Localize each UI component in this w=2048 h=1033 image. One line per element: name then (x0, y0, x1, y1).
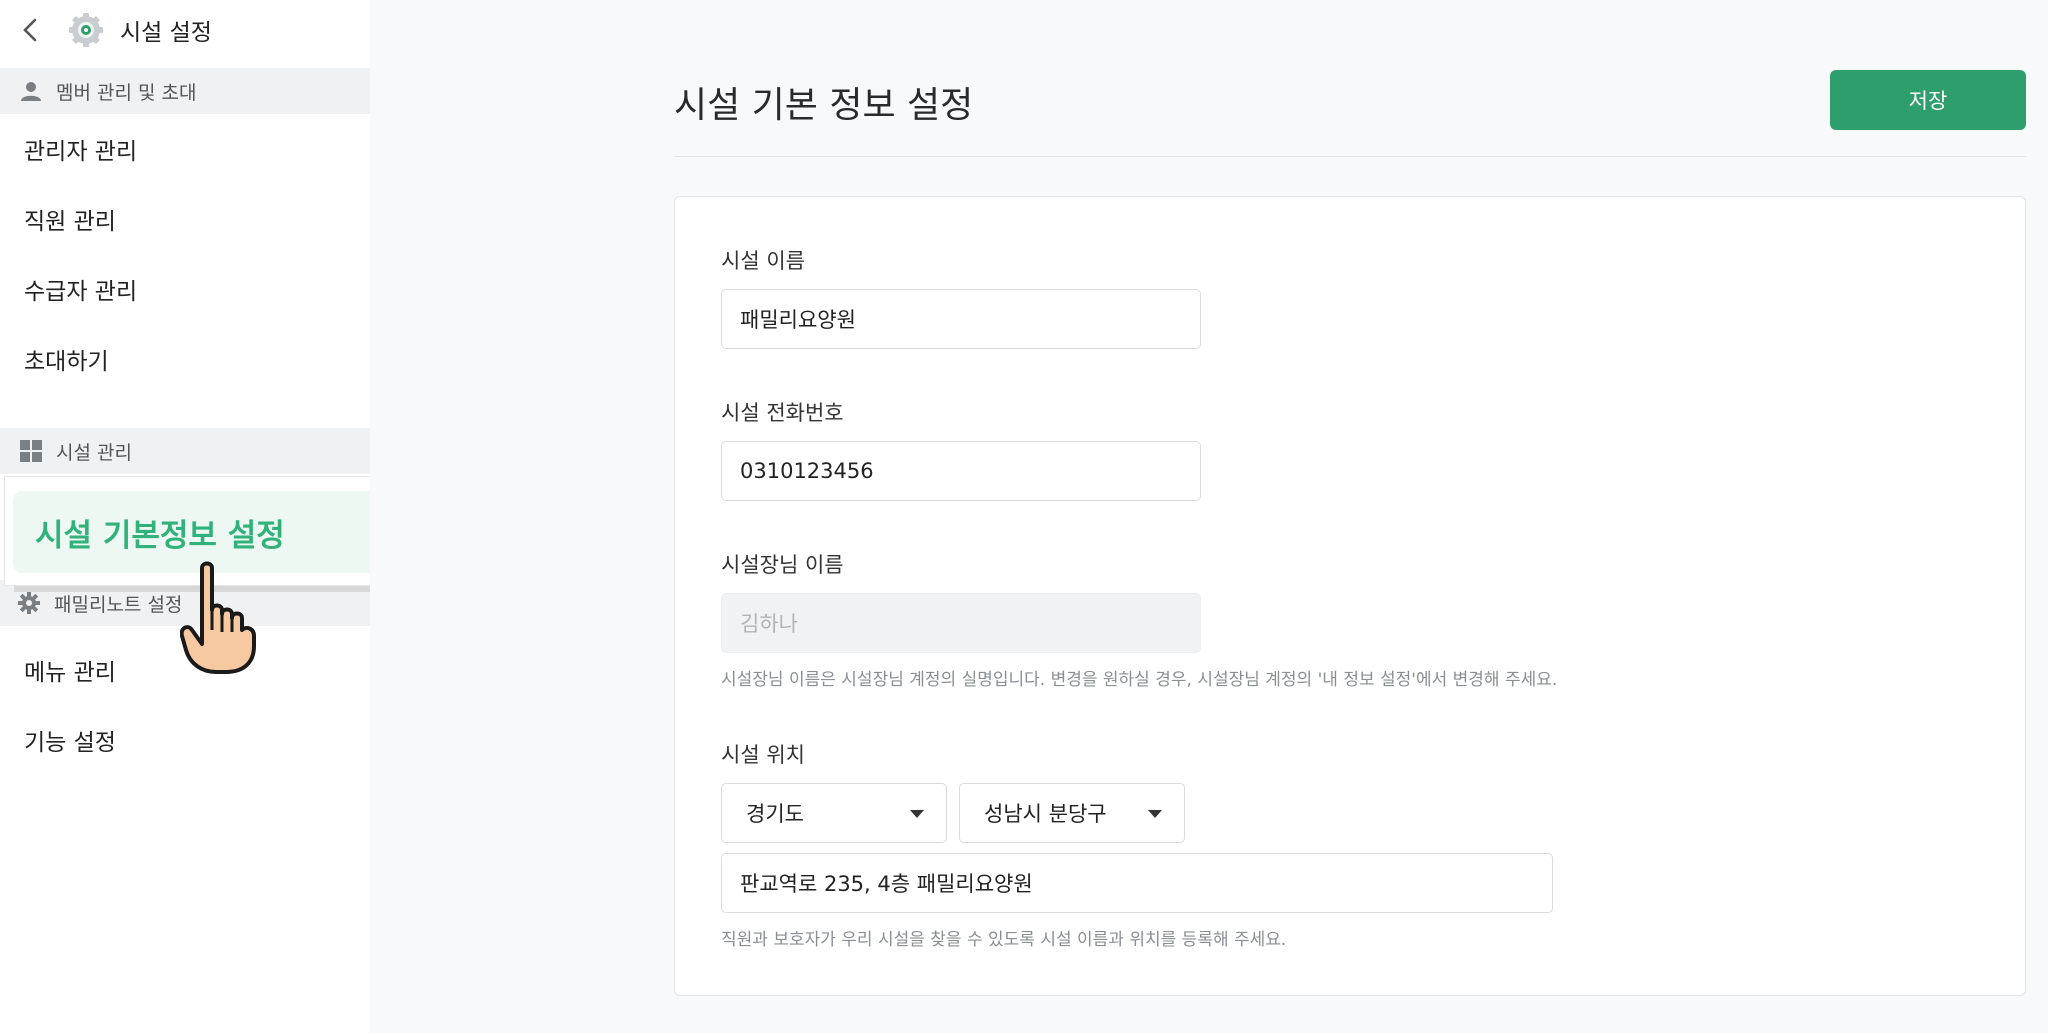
city-select-value: 성남시 분당구 (984, 802, 1107, 826)
facility-info-card: 시설 이름 패밀리요양원 시설 전화번호 0310123456 시설장님 이름 … (674, 196, 2026, 996)
grid-icon (18, 438, 44, 464)
pointing-hand-cursor-icon (180, 561, 256, 674)
sidebar-item-feature-settings[interactable]: 기능 설정 (0, 705, 370, 775)
section-facility-management: 시설 관리 (0, 428, 370, 474)
sidebar-item-label: 초대하기 (24, 349, 109, 375)
sidebar-item-staff-management[interactable]: 직원 관리 (0, 184, 370, 254)
main-content: 시설 기본 정보 설정 저장 시설 이름 패밀리요양원 시설 전화번호 0310… (370, 0, 2048, 1033)
address-input[interactable]: 판교역로 235, 4층 패밀리요양원 (721, 853, 1553, 913)
director-name-help: 시설장님 이름은 시설장님 계정의 실명입니다. 변경을 원하실 경우, 시설장… (721, 670, 1558, 690)
facility-phone-input[interactable]: 0310123456 (721, 441, 1201, 501)
sidebar-item-label: 관리자 관리 (24, 139, 138, 165)
chevron-left-icon[interactable] (18, 18, 42, 42)
sidebar-item-recipient-management[interactable]: 수급자 관리 (0, 254, 370, 324)
sidebar-title: 시설 설정 (120, 20, 212, 46)
caret-down-icon (910, 810, 924, 818)
caret-down-icon (1148, 810, 1162, 818)
director-name-label: 시설장님 이름 (721, 553, 844, 577)
sidebar-item-invite[interactable]: 초대하기 (0, 324, 370, 394)
director-name-input: 김하나 (721, 593, 1201, 653)
sidebar-item-label: 기능 설정 (24, 730, 116, 756)
section-label: 멤버 관리 및 초대 (56, 81, 197, 104)
province-select-value: 경기도 (746, 802, 804, 826)
province-select[interactable]: 경기도 (721, 783, 947, 843)
save-button[interactable]: 저장 (1830, 70, 2026, 130)
sidebar-item-label: 직원 관리 (24, 209, 116, 235)
settings-logo-icon (68, 12, 104, 48)
sidebar-item-label: 메뉴 관리 (24, 660, 116, 686)
facility-name-label: 시설 이름 (721, 249, 805, 273)
facility-location-label: 시설 위치 (721, 743, 805, 767)
gear-icon (16, 590, 42, 616)
facility-name-input[interactable]: 패밀리요양원 (721, 289, 1201, 349)
section-member-management: 멤버 관리 및 초대 (0, 68, 370, 114)
location-help: 직원과 보호자가 우리 시설을 찾을 수 있도록 시설 이름과 위치를 등록해 … (721, 930, 1287, 950)
facility-phone-label: 시설 전화번호 (721, 401, 844, 425)
header-divider (674, 156, 2026, 157)
city-select[interactable]: 성남시 분당구 (959, 783, 1185, 843)
section-label: 시설 관리 (56, 441, 132, 464)
person-icon (18, 78, 44, 104)
sidebar-item-admin-management[interactable]: 관리자 관리 (0, 114, 370, 184)
sidebar-item-label: 수급자 관리 (24, 279, 138, 305)
sidebar-header: 시설 설정 (0, 0, 370, 60)
section-label: 패밀리노트 설정 (54, 593, 183, 616)
page-title: 시설 기본 정보 설정 (674, 85, 974, 126)
